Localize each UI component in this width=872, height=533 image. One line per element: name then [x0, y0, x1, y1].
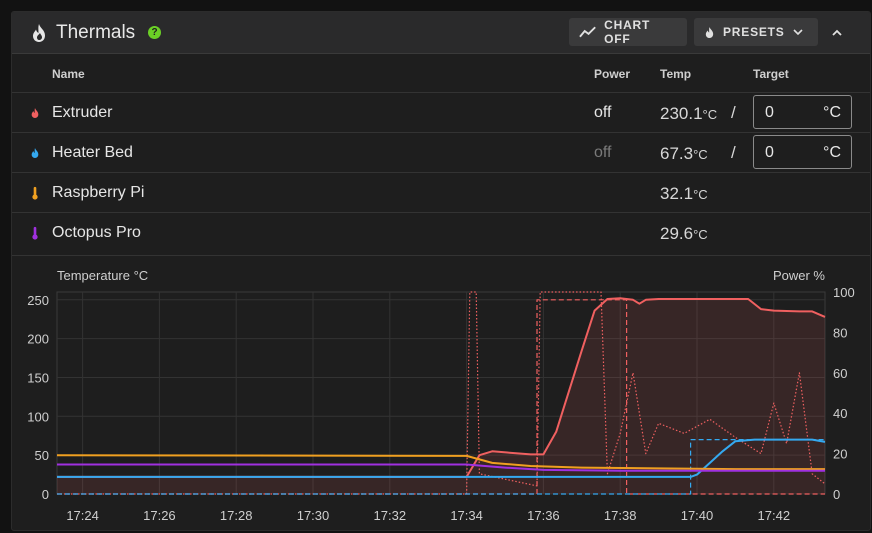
y2-tick-label: 100 — [833, 285, 855, 300]
sensor-name: Raspberry Pi — [52, 184, 145, 201]
panel-header: Thermals ? CHART OFF PRESETS — [12, 12, 870, 54]
target-temp-input[interactable]: 0 °C — [753, 95, 852, 129]
y-tick-label: 200 — [27, 332, 49, 347]
x-tick-label: 17:42 — [758, 508, 791, 523]
x-tick-label: 17:28 — [220, 508, 253, 523]
panel-title: Thermals — [56, 22, 136, 43]
chevron-down-icon — [793, 29, 803, 35]
thermometer-icon — [32, 226, 38, 240]
column-header-target: Target — [753, 67, 789, 81]
power-value: off — [594, 144, 612, 161]
temp-value: 67.3°C — [660, 144, 708, 163]
table-row-heater-bed: Heater Bed off 67.3°C / 0 °C — [12, 132, 870, 173]
column-header-power: Power — [594, 67, 631, 81]
y-axis-title: Temperature °C — [57, 268, 148, 283]
x-tick-label: 17:24 — [66, 508, 99, 523]
x-tick-label: 17:26 — [143, 508, 176, 523]
fire-icon — [33, 24, 45, 42]
sensor-name: Extruder — [52, 104, 113, 121]
thermometer-icon — [32, 186, 38, 200]
thermals-panel: Thermals ? CHART OFF PRESETS Name Power … — [11, 11, 871, 531]
temp-value: 29.6°C — [660, 224, 708, 243]
temp-value: 32.1°C — [660, 184, 708, 203]
y-tick-label: 50 — [35, 448, 49, 463]
x-tick-label: 17:40 — [681, 508, 714, 523]
power-value: off — [594, 104, 612, 121]
y2-tick-label: 40 — [833, 406, 847, 421]
y-tick-label: 250 — [27, 293, 49, 308]
x-tick-label: 17:30 — [297, 508, 330, 523]
fire-icon — [31, 108, 39, 118]
y-tick-label: 150 — [27, 370, 49, 385]
y2-tick-label: 60 — [833, 366, 847, 381]
chart-toggle-label: CHART OFF — [604, 18, 651, 46]
y2-tick-label: 0 — [833, 487, 840, 502]
column-header-name: Name — [52, 67, 85, 81]
table-row-extruder: Extruder off 230.1°C / 0 °C — [12, 92, 870, 133]
chart-toggle-button[interactable]: CHART OFF — [569, 18, 687, 46]
table-row-raspberry-pi: Raspberry Pi 32.1°C — [12, 172, 870, 213]
temp-separator: / — [731, 103, 736, 122]
x-tick-label: 17:34 — [450, 508, 483, 523]
y2-tick-label: 20 — [833, 447, 847, 462]
fire-icon — [31, 148, 39, 158]
sensor-name: Heater Bed — [52, 144, 133, 161]
temperature-chart[interactable]: Temperature °C Power % 0 50 100 150 200 250 0 2… — [12, 256, 870, 531]
help-icon[interactable]: ? — [148, 26, 161, 39]
x-tick-label: 17:36 — [527, 508, 560, 523]
x-tick-label: 17:38 — [604, 508, 637, 523]
presets-button[interactable]: PRESETS — [694, 18, 818, 46]
temp-value: 230.1°C — [660, 104, 718, 123]
y2-tick-label: 80 — [833, 325, 847, 340]
sensor-name: Octopus Pro — [52, 224, 141, 241]
table-row-octopus-pro: Octopus Pro 29.6°C — [12, 212, 870, 253]
y-tick-label: 0 — [42, 487, 49, 502]
presets-label: PRESETS — [723, 25, 785, 39]
y2-axis-title: Power % — [773, 268, 825, 283]
temp-separator: / — [731, 143, 736, 162]
chevron-up-icon[interactable] — [828, 24, 846, 42]
fire-icon — [705, 26, 714, 38]
x-tick-label: 17:32 — [374, 508, 407, 523]
temperature-chart-area: Temperature °C Power % 0 50 100 150 200 250 0 2… — [12, 255, 870, 531]
column-header-temp: Temp — [660, 67, 692, 81]
target-temp-input[interactable]: 0 °C — [753, 135, 852, 169]
chart-line-icon — [579, 26, 596, 38]
y-tick-label: 100 — [27, 409, 49, 424]
